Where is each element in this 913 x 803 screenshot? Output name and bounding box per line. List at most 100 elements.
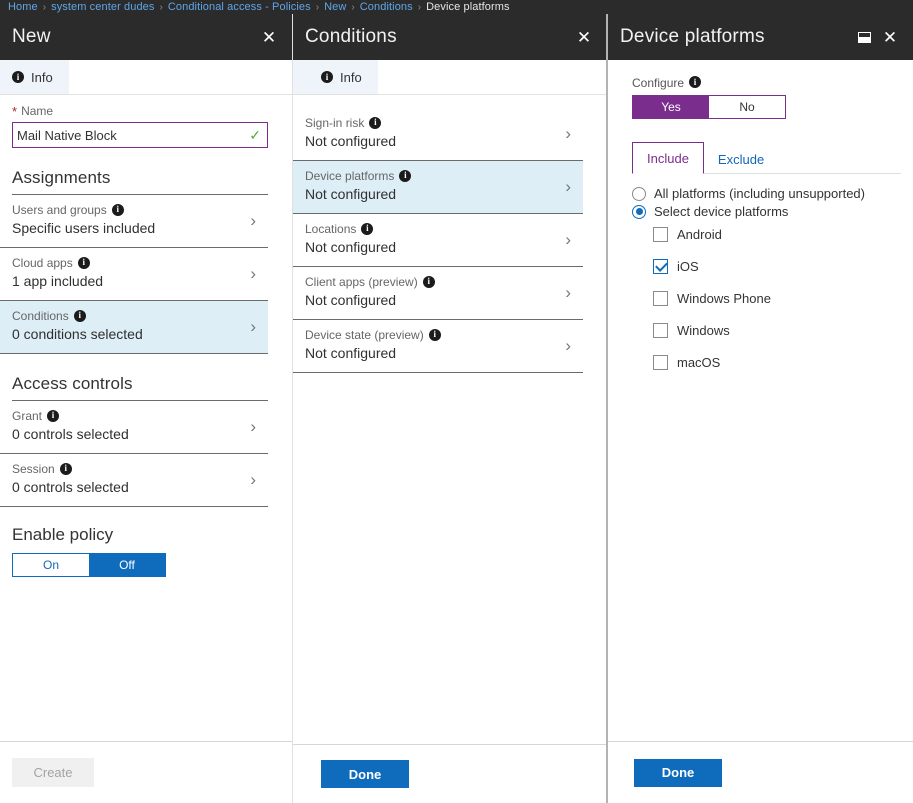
- condition-row-label: Sign-in risk i: [305, 116, 557, 131]
- platform-checkbox-label-ios: iOS: [677, 259, 699, 274]
- assignment-row-label: Conditionsi: [12, 309, 242, 324]
- chevron-right-icon: ›: [565, 231, 571, 248]
- condition-row-2[interactable]: LocationsiNot configured ›: [293, 214, 583, 267]
- conditions-panel-header: Conditions ✕: [293, 14, 607, 60]
- breadcrumb-item-3[interactable]: New: [324, 1, 346, 13]
- assignment-row-1[interactable]: Cloud appsi1 app included›: [0, 248, 268, 301]
- configure-block: Configure i YesNo: [608, 60, 913, 119]
- info-icon: i: [361, 223, 373, 235]
- maximize-icon[interactable]: [851, 24, 877, 50]
- condition-row-label-text: Sign-in risk: [305, 116, 364, 131]
- configure-toggle[interactable]: YesNo: [632, 95, 786, 119]
- condition-row-text: Device state (preview)iNot configured: [305, 328, 557, 363]
- chevron-right-icon: ›: [250, 318, 256, 335]
- conditions-row-group: Sign-in risk i Not configured › Device platf…: [293, 94, 607, 373]
- breadcrumb-item-4[interactable]: Conditions: [360, 1, 413, 13]
- enable-policy-option-off[interactable]: Off: [89, 554, 165, 576]
- close-glyph: ✕: [883, 29, 897, 46]
- breadcrumb-separator: ›: [160, 2, 163, 13]
- required-marker: *: [12, 105, 17, 118]
- info-icon: i: [74, 310, 86, 322]
- breadcrumb: Home › system center dudes › Conditional acc…: [0, 0, 913, 14]
- platform-checkbox-windows-phone[interactable]: Windows Phone: [653, 291, 901, 306]
- condition-row-3[interactable]: Client apps (preview)iNot configured›: [293, 267, 583, 320]
- info-icon: i: [369, 117, 381, 129]
- access-controls-heading: Access controls: [0, 354, 292, 400]
- conditions-panel-body: Sign-in risk i Not configured › Device platf…: [293, 94, 607, 744]
- configure-option-yes[interactable]: Yes: [633, 96, 709, 118]
- chevron-right-icon: ›: [250, 418, 256, 435]
- info-icon: i: [423, 276, 435, 288]
- chevron-right-icon: ›: [565, 337, 571, 354]
- info-icon: i: [112, 204, 124, 216]
- device-platforms-title: Device platforms: [620, 26, 851, 48]
- assignment-row-0[interactable]: Users and groupsiSpecific users included…: [0, 195, 268, 248]
- condition-row-4[interactable]: Device state (preview)iNot configured›: [293, 320, 583, 373]
- access-control-row-label: Granti: [12, 409, 242, 424]
- device-panel-body: Configure i YesNo IncludeExclude All pla…: [608, 60, 913, 741]
- tab-info-new[interactable]: i Info: [0, 60, 69, 94]
- breadcrumb-item-1[interactable]: system center dudes: [51, 1, 154, 13]
- tab-exclude[interactable]: Exclude: [704, 144, 778, 174]
- platform-checkbox-windows[interactable]: Windows: [653, 323, 901, 338]
- access-control-row-0[interactable]: Granti0 controls selected›: [0, 401, 268, 454]
- new-policy-blade: New ✕ i Info * Name ✓ Assignments Users …: [0, 14, 292, 803]
- platform-checkbox-label-windows: Windows: [677, 323, 730, 338]
- breadcrumb-item-5: Device platforms: [426, 1, 510, 13]
- enable-policy-option-on[interactable]: On: [13, 554, 89, 576]
- breadcrumb-separator: ›: [418, 2, 421, 13]
- condition-row-value: Not configured: [305, 185, 557, 204]
- access-control-row-label: Sessioni: [12, 462, 242, 477]
- access-control-row-1[interactable]: Sessioni0 controls selected›: [0, 454, 268, 507]
- platform-radio-1[interactable]: Select device platforms: [632, 204, 901, 219]
- done-button-device[interactable]: Done: [634, 759, 722, 787]
- access-control-row-label-text: Grant: [12, 409, 42, 424]
- assignment-row-label: Cloud appsi: [12, 256, 242, 271]
- platform-checkbox-android[interactable]: Android: [653, 227, 901, 242]
- configure-label-text: Configure: [632, 76, 684, 90]
- page-title: New: [12, 26, 256, 48]
- platform-checkbox-macos[interactable]: macOS: [653, 355, 901, 370]
- access-controls-row-group: Granti0 controls selected›Sessioni0 cont…: [0, 401, 292, 507]
- close-icon[interactable]: ✕: [256, 24, 282, 50]
- condition-row-label: Device state (preview) i: [305, 328, 557, 343]
- tab-info-conditions-label: Info: [340, 70, 362, 85]
- enable-policy-toggle[interactable]: OnOff: [12, 553, 166, 577]
- access-control-row-value: 0 controls selected: [12, 478, 242, 497]
- close-icon[interactable]: ✕: [571, 24, 597, 50]
- platform-checkbox-ios[interactable]: iOS: [653, 259, 901, 274]
- tab-info-conditions[interactable]: i Info: [293, 60, 378, 94]
- platform-checkbox-label-macos: macOS: [677, 355, 720, 370]
- include-exclude-tabs: IncludeExclude: [632, 141, 901, 174]
- assignment-row-label-text: Users and groups: [12, 203, 107, 218]
- name-input[interactable]: [13, 125, 249, 145]
- breadcrumb-item-0[interactable]: Home: [8, 1, 38, 13]
- condition-row-1[interactable]: Device platformsiNot configured›: [293, 161, 583, 214]
- assignment-row-text: Cloud appsi1 app included: [12, 256, 242, 291]
- tab-include[interactable]: Include: [632, 142, 704, 174]
- condition-row-label: Locationsi: [305, 222, 557, 237]
- new-info-strip: i Info: [0, 60, 292, 95]
- platform-checkbox-group: Android iOS Windows Phone Windows macOS: [653, 227, 901, 370]
- checkbox-mark-icon: [653, 355, 668, 370]
- checkbox-mark-icon: [653, 323, 668, 338]
- assignments-row-group: Users and groupsiSpecific users included…: [0, 195, 292, 354]
- condition-row-label-text: Device state (preview): [305, 328, 424, 343]
- chevron-right-icon: ›: [565, 284, 571, 301]
- done-button-conditions[interactable]: Done: [321, 760, 409, 788]
- create-button[interactable]: Create: [12, 758, 94, 787]
- close-icon[interactable]: ✕: [877, 24, 903, 50]
- assignment-row-2[interactable]: Conditionsi0 conditions selected›: [0, 301, 268, 354]
- conditions-blade: Conditions ✕ i Info Sign-in risk i Not con…: [292, 14, 607, 803]
- condition-row-text: Sign-in riskiNot configured: [305, 116, 557, 151]
- checkbox-mark-icon: [653, 291, 668, 306]
- platform-radio-label-0: All platforms (including unsupported): [654, 186, 865, 201]
- info-icon: i: [429, 329, 441, 341]
- info-icon: i: [689, 76, 701, 88]
- configure-option-no[interactable]: No: [709, 96, 785, 118]
- breadcrumb-item-2[interactable]: Conditional access - Policies: [168, 1, 311, 13]
- platform-radio-0[interactable]: All platforms (including unsupported): [632, 186, 901, 201]
- checkbox-mark-icon: [653, 227, 668, 242]
- condition-row-0[interactable]: Sign-in riskiNot configured›: [293, 108, 583, 161]
- condition-row-value: Not configured: [305, 238, 557, 257]
